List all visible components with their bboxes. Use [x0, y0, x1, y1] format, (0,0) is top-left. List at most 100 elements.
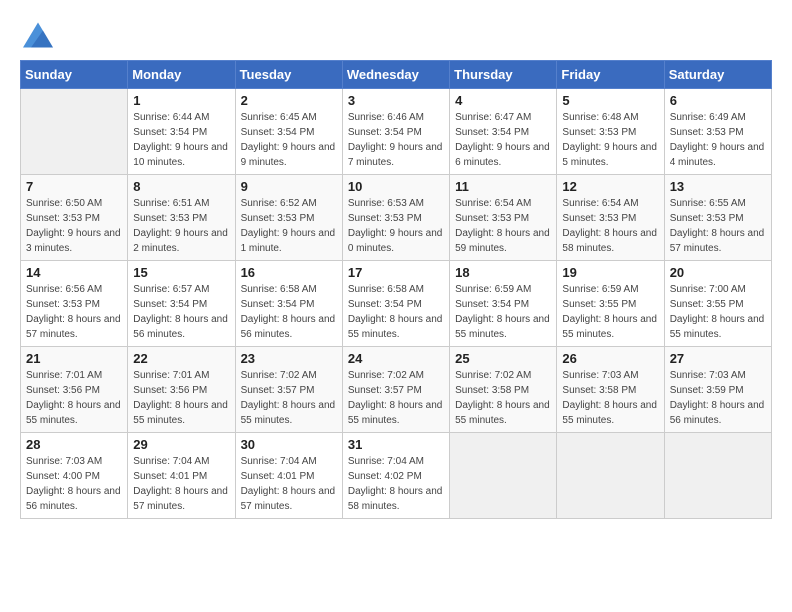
day-info: Sunrise: 6:59 AMSunset: 3:54 PMDaylight:… — [455, 282, 551, 342]
calendar-cell: 1 Sunrise: 6:44 AMSunset: 3:54 PMDaylight… — [128, 89, 235, 175]
header-row: SundayMondayTuesdayWednesdayThursdayFrid… — [21, 61, 772, 89]
day-number: 4 — [455, 93, 551, 108]
calendar-cell — [664, 433, 771, 519]
calendar-cell: 21Sunrise: 7:01 AMSunset: 3:56 PMDayligh… — [21, 347, 128, 433]
day-number: 20 — [670, 265, 766, 280]
day-info: Sunrise: 6:55 AMSunset: 3:53 PMDaylight:… — [670, 196, 766, 256]
day-info: Sunrise: 7:01 AMSunset: 3:56 PMDaylight:… — [133, 368, 229, 428]
day-info: Sunrise: 6:56 AMSunset: 3:53 PMDaylight:… — [26, 282, 122, 342]
calendar-cell: 8 Sunrise: 6:51 AMSunset: 3:53 PMDaylight… — [128, 175, 235, 261]
day-number: 29 — [133, 437, 229, 452]
calendar-cell: 29 Sunrise: 7:04 AMSunset: 4:01 PMDayligh… — [128, 433, 235, 519]
logo — [20, 20, 53, 50]
calendar-cell: 18 Sunrise: 6:59 AMSunset: 3:54 PMDayligh… — [450, 261, 557, 347]
day-number: 2 — [241, 93, 337, 108]
calendar-header: SundayMondayTuesdayWednesdayThursdayFrid… — [21, 61, 772, 89]
day-info: Sunrise: 6:50 AMSunset: 3:53 PMDaylight:… — [26, 196, 122, 256]
calendar-cell — [450, 433, 557, 519]
day-number: 15 — [133, 265, 229, 280]
day-number: 14 — [26, 265, 122, 280]
calendar-cell: 27Sunrise: 7:03 AMSunset: 3:59 PMDayligh… — [664, 347, 771, 433]
header-day-sunday: Sunday — [21, 61, 128, 89]
calendar-cell: 5 Sunrise: 6:48 AMSunset: 3:53 PMDaylight… — [557, 89, 664, 175]
calendar-cell: 28 Sunrise: 7:03 AMSunset: 4:00 PMDayligh… — [21, 433, 128, 519]
calendar-cell: 13 Sunrise: 6:55 AMSunset: 3:53 PMDayligh… — [664, 175, 771, 261]
day-info: Sunrise: 7:04 AMSunset: 4:01 PMDaylight:… — [133, 454, 229, 514]
header-day-monday: Monday — [128, 61, 235, 89]
day-info: Sunrise: 6:48 AMSunset: 3:53 PMDaylight:… — [562, 110, 658, 170]
calendar-cell: 22 Sunrise: 7:01 AMSunset: 3:56 PMDayligh… — [128, 347, 235, 433]
calendar-cell: 23 Sunrise: 7:02 AMSunset: 3:57 PMDayligh… — [235, 347, 342, 433]
day-info: Sunrise: 7:03 AMSunset: 4:00 PMDaylight:… — [26, 454, 122, 514]
calendar-cell: 14 Sunrise: 6:56 AMSunset: 3:53 PMDayligh… — [21, 261, 128, 347]
day-number: 9 — [241, 179, 337, 194]
calendar-cell: 10Sunrise: 6:53 AMSunset: 3:53 PMDayligh… — [342, 175, 449, 261]
calendar-table: SundayMondayTuesdayWednesdayThursdayFrid… — [20, 60, 772, 519]
day-info: Sunrise: 6:54 AMSunset: 3:53 PMDaylight:… — [455, 196, 551, 256]
day-info: Sunrise: 6:58 AMSunset: 3:54 PMDaylight:… — [348, 282, 444, 342]
calendar-cell — [21, 89, 128, 175]
day-number: 7 — [26, 179, 122, 194]
header-day-thursday: Thursday — [450, 61, 557, 89]
day-number: 13 — [670, 179, 766, 194]
day-info: Sunrise: 6:54 AMSunset: 3:53 PMDaylight:… — [562, 196, 658, 256]
calendar-cell: 19Sunrise: 6:59 AMSunset: 3:55 PMDayligh… — [557, 261, 664, 347]
day-number: 17 — [348, 265, 444, 280]
calendar-cell: 26Sunrise: 7:03 AMSunset: 3:58 PMDayligh… — [557, 347, 664, 433]
day-info: Sunrise: 6:58 AMSunset: 3:54 PMDaylight:… — [241, 282, 337, 342]
day-number: 28 — [26, 437, 122, 452]
calendar-cell: 3 Sunrise: 6:46 AMSunset: 3:54 PMDaylight… — [342, 89, 449, 175]
day-number: 25 — [455, 351, 551, 366]
day-info: Sunrise: 6:46 AMSunset: 3:54 PMDaylight:… — [348, 110, 444, 170]
day-number: 24 — [348, 351, 444, 366]
calendar-cell: 11 Sunrise: 6:54 AMSunset: 3:53 PMDayligh… — [450, 175, 557, 261]
calendar-cell: 9 Sunrise: 6:52 AMSunset: 3:53 PMDaylight… — [235, 175, 342, 261]
calendar-cell: 6 Sunrise: 6:49 AMSunset: 3:53 PMDaylight… — [664, 89, 771, 175]
calendar-cell: 7 Sunrise: 6:50 AMSunset: 3:53 PMDaylight… — [21, 175, 128, 261]
week-row-5: 28 Sunrise: 7:03 AMSunset: 4:00 PMDayligh… — [21, 433, 772, 519]
day-info: Sunrise: 7:02 AMSunset: 3:57 PMDaylight:… — [348, 368, 444, 428]
day-number: 6 — [670, 93, 766, 108]
calendar-cell: 2 Sunrise: 6:45 AMSunset: 3:54 PMDaylight… — [235, 89, 342, 175]
day-number: 5 — [562, 93, 658, 108]
page-header — [20, 20, 772, 50]
day-info: Sunrise: 6:47 AMSunset: 3:54 PMDaylight:… — [455, 110, 551, 170]
day-number: 11 — [455, 179, 551, 194]
day-info: Sunrise: 7:03 AMSunset: 3:59 PMDaylight:… — [670, 368, 766, 428]
header-day-wednesday: Wednesday — [342, 61, 449, 89]
day-info: Sunrise: 7:02 AMSunset: 3:58 PMDaylight:… — [455, 368, 551, 428]
day-number: 26 — [562, 351, 658, 366]
calendar-body: 1 Sunrise: 6:44 AMSunset: 3:54 PMDaylight… — [21, 89, 772, 519]
calendar-cell: 12 Sunrise: 6:54 AMSunset: 3:53 PMDayligh… — [557, 175, 664, 261]
week-row-4: 21 Sunrise: 7:01 AMSunset: 3:56 PMDayligh… — [21, 347, 772, 433]
calendar-cell: 24 Sunrise: 7:02 AMSunset: 3:57 PMDayligh… — [342, 347, 449, 433]
week-row-1: 1 Sunrise: 6:44 AMSunset: 3:54 PMDaylight… — [21, 89, 772, 175]
day-number: 18 — [455, 265, 551, 280]
calendar-cell: 25 Sunrise: 7:02 AMSunset: 3:58 PMDayligh… — [450, 347, 557, 433]
day-info: Sunrise: 6:57 AMSunset: 3:54 PMDaylight:… — [133, 282, 229, 342]
day-number: 8 — [133, 179, 229, 194]
day-info: Sunrise: 6:45 AMSunset: 3:54 PMDaylight:… — [241, 110, 337, 170]
day-number: 3 — [348, 93, 444, 108]
day-number: 30 — [241, 437, 337, 452]
header-day-friday: Friday — [557, 61, 664, 89]
day-info: Sunrise: 7:02 AMSunset: 3:57 PMDaylight:… — [241, 368, 337, 428]
header-day-saturday: Saturday — [664, 61, 771, 89]
day-info: Sunrise: 6:52 AMSunset: 3:53 PMDaylight:… — [241, 196, 337, 256]
day-info: Sunrise: 6:49 AMSunset: 3:53 PMDaylight:… — [670, 110, 766, 170]
header-day-tuesday: Tuesday — [235, 61, 342, 89]
day-number: 23 — [241, 351, 337, 366]
day-info: Sunrise: 6:44 AMSunset: 3:54 PMDaylight:… — [133, 110, 229, 170]
day-number: 12 — [562, 179, 658, 194]
day-info: Sunrise: 6:51 AMSunset: 3:53 PMDaylight:… — [133, 196, 229, 256]
day-info: Sunrise: 6:53 AMSunset: 3:53 PMDaylight:… — [348, 196, 444, 256]
day-info: Sunrise: 6:59 AMSunset: 3:55 PMDaylight:… — [562, 282, 658, 342]
week-row-3: 14 Sunrise: 6:56 AMSunset: 3:53 PMDayligh… — [21, 261, 772, 347]
day-number: 22 — [133, 351, 229, 366]
day-number: 1 — [133, 93, 229, 108]
calendar-cell: 4 Sunrise: 6:47 AMSunset: 3:54 PMDaylight… — [450, 89, 557, 175]
day-info: Sunrise: 7:04 AMSunset: 4:02 PMDaylight:… — [348, 454, 444, 514]
day-number: 21 — [26, 351, 122, 366]
calendar-cell — [557, 433, 664, 519]
calendar-cell: 17 Sunrise: 6:58 AMSunset: 3:54 PMDayligh… — [342, 261, 449, 347]
